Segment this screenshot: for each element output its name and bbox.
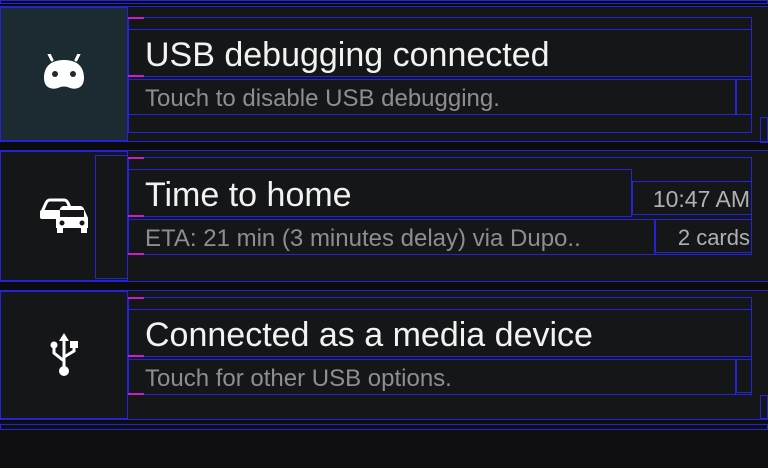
debug-accent [128, 393, 144, 395]
notification-subtitle: Touch for other USB options. [145, 365, 452, 392]
notification-icon-box [0, 291, 128, 419]
debug-accent [128, 297, 144, 299]
debug-accent [128, 157, 144, 159]
notification-title: Time to home [145, 176, 352, 214]
notification-title: Connected as a media device [145, 316, 593, 354]
usb-icon [50, 333, 78, 376]
notification-media-device[interactable]: Connected as a media device Touch for ot… [0, 290, 768, 420]
debug-accent [128, 17, 144, 19]
debug-outline [0, 0, 768, 4]
notification-icon-box [0, 7, 128, 141]
notification-card-count: 2 cards [677, 225, 750, 250]
traffic-cars-icon [40, 198, 88, 233]
debug-outline [128, 17, 752, 133]
notification-icon-box [0, 151, 128, 281]
notification-time: 10:47 AM [652, 186, 750, 212]
notification-time-to-home[interactable]: Time to home 10:47 AM ETA: 21 min (3 min… [0, 150, 768, 282]
debug-accent [128, 215, 144, 217]
debug-accent [128, 355, 144, 357]
debug-outline [736, 359, 752, 393]
notification-subtitle: ETA: 21 min (3 minutes delay) via Dupo.. [145, 225, 581, 252]
notification-subtitle: Touch to disable USB debugging. [145, 85, 500, 112]
debug-outline [736, 79, 752, 115]
debug-accent [128, 253, 144, 255]
android-icon [44, 54, 84, 89]
notification-usb-debugging[interactable]: USB debugging connected Touch to disable… [0, 6, 768, 143]
background-strip [0, 422, 768, 468]
debug-accent [128, 75, 144, 77]
debug-outline [760, 395, 768, 419]
notification-title: USB debugging connected [145, 36, 550, 74]
debug-outline [760, 117, 768, 143]
